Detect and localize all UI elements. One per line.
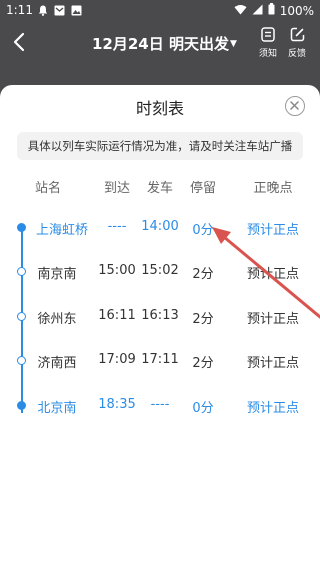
status-left-icons (38, 5, 82, 19)
battery-level: 100% (279, 3, 314, 18)
feedback-button[interactable]: 反馈 (284, 27, 310, 59)
signal-icon (252, 4, 263, 18)
back-button[interactable] (10, 30, 30, 54)
header: 12月24日 明天出发▼ 须知 反馈 (0, 22, 320, 84)
chevron-left-icon (13, 32, 25, 52)
timetable-sheet: 时刻表 具体以列车实际运行情况为准，请及时关注车站广播 站名 到达 发车 停留 … (0, 85, 320, 568)
document-icon (261, 27, 275, 42)
page-title: 12月24日 明天出发 (92, 35, 229, 53)
notice-button[interactable]: 须知 (255, 27, 281, 59)
mail-icon (54, 5, 65, 19)
feedback-label: 反馈 (287, 49, 306, 59)
status-bar: 1:11 100% (0, 0, 320, 22)
edit-icon (290, 27, 304, 42)
battery-icon (268, 3, 275, 18)
wifi-icon (234, 4, 247, 18)
annotation-arrow-icon (212, 227, 320, 319)
date-selector[interactable]: 12月24日 明天出发▼ (92, 33, 237, 54)
caret-down-icon: ▼ (229, 39, 237, 49)
status-right-icons: 100% (234, 3, 314, 18)
status-time: 1:11 (6, 3, 33, 17)
notice-label: 须知 (258, 49, 277, 59)
image-icon (71, 5, 82, 19)
notification-icon (38, 5, 48, 19)
